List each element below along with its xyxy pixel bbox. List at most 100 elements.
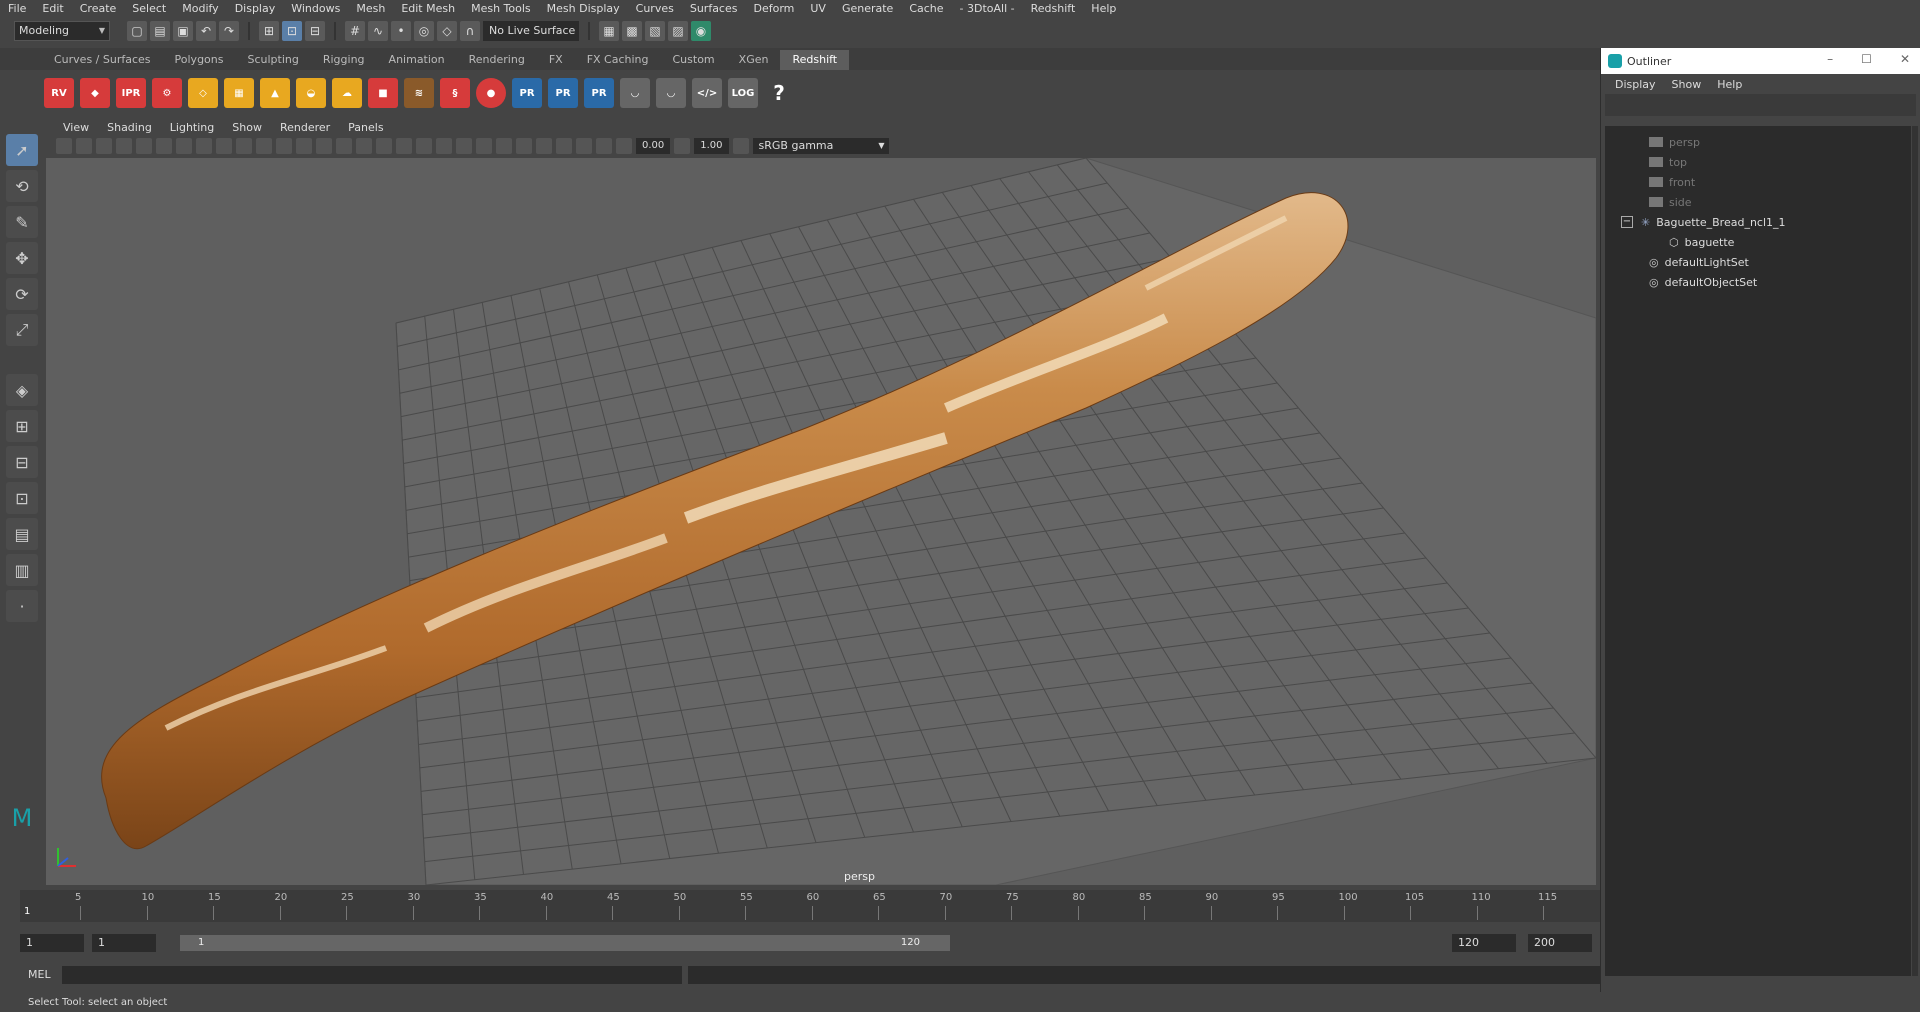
tab-fx[interactable]: FX [537,50,575,70]
depth-of-field-icon[interactable] [516,138,532,154]
more-layouts-icon[interactable]: · [6,590,38,622]
redshift-area-light-icon[interactable]: ▦ [224,78,254,108]
tab-redshift[interactable]: Redshift [780,50,850,70]
vp-menu-shading[interactable]: Shading [98,121,161,134]
vp-menu-lighting[interactable]: Lighting [161,121,223,134]
menu-windows[interactable]: Windows [283,0,348,18]
grid-toggle-icon[interactable] [176,138,192,154]
undo-icon[interactable]: ↶ [196,21,216,41]
redshift-pr-swap-icon[interactable]: PR [584,78,614,108]
playback-start-field[interactable]: 1 [92,934,156,952]
command-input[interactable] [62,966,682,984]
outliner-scrollbar[interactable] [1912,126,1918,976]
gamma-field[interactable]: 1.00 [694,138,729,154]
ol-menu-help[interactable]: Help [1709,78,1750,91]
scale-tool-icon[interactable]: ⤢ [6,314,38,346]
menu-set-dropdown[interactable]: Modeling [14,21,110,41]
open-scene-icon[interactable]: ▤ [150,21,170,41]
select-hierarchy-icon[interactable]: ⊞ [259,21,279,41]
playback-end-field[interactable]: 120 [1452,934,1516,952]
four-pane-layout-icon[interactable]: ⊞ [6,410,38,442]
side-by-side-layout-icon[interactable]: ⊟ [6,446,38,478]
persp-graph-layout-icon[interactable]: ▤ [6,518,38,550]
redshift-proxy-icon[interactable]: ■ [368,78,398,108]
vp-menu-panels[interactable]: Panels [339,121,392,134]
gate-mask-icon[interactable] [236,138,252,154]
redshift-dome-light-icon[interactable]: ◒ [296,78,326,108]
redshift-pr-mesh-icon[interactable]: PR [512,78,542,108]
exposure-field[interactable]: 0.00 [636,138,671,154]
gamma-icon[interactable] [674,138,691,154]
use-all-lights-icon[interactable] [416,138,432,154]
collapse-icon[interactable]: − [1621,216,1633,228]
snap-curve-icon[interactable]: ∿ [368,21,388,41]
menu-edit[interactable]: Edit [34,0,71,18]
close-icon[interactable]: ✕ [1900,52,1910,66]
persp-outliner-layout-icon[interactable]: ⊡ [6,482,38,514]
outliner-item-side[interactable]: side [1605,192,1911,212]
vp-menu-view[interactable]: View [54,121,98,134]
select-tool-icon[interactable]: ➚ [6,134,38,166]
tab-curves-surfaces[interactable]: Curves / Surfaces [42,50,163,70]
redshift-settings-icon[interactable]: ⚙ [152,78,182,108]
2d-pan-zoom-icon[interactable] [136,138,152,154]
render-frame-icon[interactable]: ▩ [622,21,642,41]
anim-end-field[interactable]: 200 [1528,934,1592,952]
ipr-render-icon[interactable]: ▧ [645,21,665,41]
menu-display[interactable]: Display [227,0,284,18]
camera-attributes-icon[interactable] [76,138,92,154]
tab-polygons[interactable]: Polygons [163,50,236,70]
outliner-item-default-object-set[interactable]: ◎ defaultObjectSet [1605,272,1911,292]
rotate-tool-icon[interactable]: ⟳ [6,278,38,310]
bookmark-icon[interactable] [96,138,112,154]
redshift-sphere-icon[interactable]: ● [476,78,506,108]
grease-pencil-icon[interactable] [156,138,172,154]
exposure-icon[interactable] [616,138,632,154]
tab-xgen[interactable]: XGen [727,50,781,70]
redshift-spot-light-icon[interactable]: ▲ [260,78,290,108]
smooth-shade-icon[interactable] [336,138,352,154]
menu-cache[interactable]: Cache [901,0,951,18]
lasso-tool-icon[interactable]: ⟲ [6,170,38,202]
xray-components-icon[interactable] [596,138,612,154]
outliner-item-front[interactable]: front [1605,172,1911,192]
menu-surfaces[interactable]: Surfaces [682,0,746,18]
redshift-material-icon[interactable]: ◡ [620,78,650,108]
menu-mesh-tools[interactable]: Mesh Tools [463,0,539,18]
redshift-pr-export-icon[interactable]: PR [548,78,578,108]
vp-menu-renderer[interactable]: Renderer [271,121,339,134]
wireframe-icon[interactable] [316,138,332,154]
textured-icon[interactable] [396,138,412,154]
shadows-icon[interactable] [436,138,452,154]
redshift-render-icon[interactable]: ◆ [80,78,110,108]
snap-grid-icon[interactable]: # [345,21,365,41]
snap-point-icon[interactable]: • [391,21,411,41]
safe-title-icon[interactable] [296,138,312,154]
menu-3dtoall[interactable]: - 3DtoAll - [952,0,1023,18]
hypershade-icon[interactable]: ◉ [691,21,711,41]
time-slider[interactable]: 1 5 10 15 20 25 30 35 40 45 50 55 60 65 70 75 80 85 90 95 1… [20,890,1600,922]
anim-start-field[interactable]: 1 [20,934,84,952]
color-space-dropdown[interactable]: sRGB gamma [752,138,889,154]
tab-custom[interactable]: Custom [661,50,727,70]
maximize-icon[interactable]: ☐ [1861,52,1872,66]
snap-surface-icon[interactable]: ◇ [437,21,457,41]
resolution-gate-icon[interactable] [216,138,232,154]
outliner-search-field[interactable] [1605,94,1916,116]
redshift-script-icon[interactable]: </> [692,78,722,108]
menu-deform[interactable]: Deform [745,0,802,18]
menu-mesh[interactable]: Mesh [348,0,393,18]
anti-aliasing-icon[interactable] [496,138,512,154]
select-component-icon[interactable]: ⊟ [305,21,325,41]
menu-edit-mesh[interactable]: Edit Mesh [393,0,463,18]
perspective-viewport[interactable]: persp [46,158,1596,885]
help-icon[interactable]: ? [764,78,794,108]
render-view-icon[interactable]: ▦ [599,21,619,41]
select-object-icon[interactable]: ⊡ [282,21,302,41]
range-slider[interactable]: 1 120 [180,935,950,951]
film-gate-icon[interactable] [196,138,212,154]
redo-icon[interactable]: ↷ [219,21,239,41]
menu-curves[interactable]: Curves [628,0,682,18]
default-material-icon[interactable] [356,138,372,154]
redshift-log-icon[interactable]: LOG [728,78,758,108]
